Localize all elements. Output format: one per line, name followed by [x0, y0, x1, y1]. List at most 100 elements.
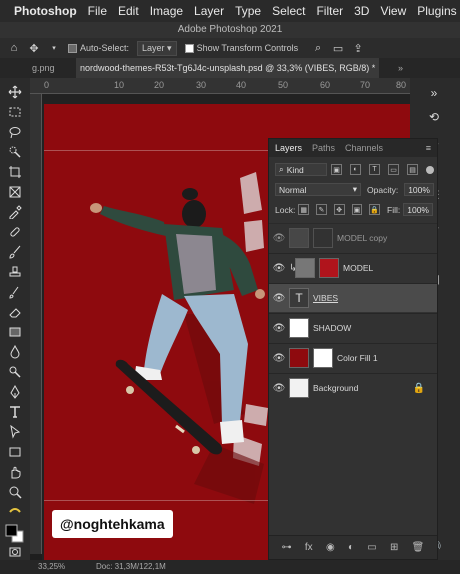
layer-row[interactable]: 👁 ↳ MODEL [269, 253, 437, 282]
menu-file[interactable]: File [88, 4, 107, 18]
filter-toggle-icon[interactable] [426, 165, 434, 174]
lock-transparent-icon[interactable]: ▦ [298, 204, 310, 215]
menu-plugins[interactable]: Plugins [417, 4, 456, 18]
tab-previous-document[interactable]: g.png [28, 58, 59, 78]
quick-mask-icon[interactable] [7, 544, 23, 560]
tab-channels[interactable]: Channels [345, 143, 383, 153]
eraser-tool-icon[interactable] [7, 304, 23, 320]
tab-active-document[interactable]: nordwood-themes-R53t-Tg6J4c-unsplash.psd… [76, 58, 380, 78]
layers-footer: ⊶ fx ◉ ◐ ▭ ⊞ 🗑 [269, 535, 437, 559]
dodge-tool-icon[interactable] [7, 364, 23, 380]
type-tool-icon[interactable] [7, 404, 23, 420]
horizontal-ruler[interactable]: 0 10 20 30 40 50 60 70 80 [30, 78, 410, 94]
layer-name[interactable]: SHADOW [313, 323, 351, 333]
add-mask-icon[interactable]: ◉ [326, 542, 335, 553]
workspace-icon[interactable]: ▭ [332, 42, 344, 55]
tab-paths[interactable]: Paths [312, 143, 335, 153]
filter-type-icon[interactable]: T [369, 164, 380, 175]
auto-select-checkbox[interactable]: Auto-Select: [68, 43, 129, 54]
adjustment-layer-icon[interactable]: ◐ [348, 542, 354, 553]
visibility-eye-icon[interactable]: 👁 [269, 323, 289, 334]
layer-row[interactable]: 👁 MODEL copy [269, 223, 437, 252]
home-icon[interactable]: ⌂ [8, 42, 20, 54]
filter-shape-icon[interactable]: ▭ [388, 164, 399, 175]
visibility-eye-icon[interactable]: 👁 [269, 293, 289, 304]
layer-row[interactable]: 👁 Color Fill 1 [269, 343, 437, 372]
marquee-tool-icon[interactable] [7, 104, 23, 120]
layer-name[interactable]: Color Fill 1 [337, 353, 378, 363]
lock-row: Lock: ▦ ✎ ✥ ▣ 🔒 Fill: 100% [269, 203, 439, 216]
hand-tool-icon[interactable] [7, 464, 23, 480]
layer-row[interactable]: 👁 SHADOW [269, 313, 437, 342]
link-layers-icon[interactable]: ⊶ [282, 542, 292, 553]
eyedropper-tool-icon[interactable] [7, 204, 23, 220]
menu-image[interactable]: Image [150, 4, 183, 18]
lock-artboard-icon[interactable]: ▣ [351, 204, 363, 215]
healing-brush-tool-icon[interactable] [7, 224, 23, 240]
visibility-eye-icon[interactable]: 👁 [269, 353, 289, 364]
layer-name[interactable]: MODEL [343, 263, 373, 273]
move-tool-icon[interactable]: ✥ [28, 42, 40, 55]
move-tool-icon[interactable] [7, 84, 23, 100]
menu-select[interactable]: Select [272, 4, 305, 18]
menu-layer[interactable]: Layer [194, 4, 224, 18]
visibility-eye-icon[interactable]: 👁 [269, 263, 289, 274]
filter-smart-object-icon[interactable]: ▤ [407, 164, 418, 175]
edit-toolbar-icon[interactable] [7, 504, 23, 520]
lock-image-icon[interactable]: ✎ [316, 204, 327, 215]
lock-position-icon[interactable]: ✥ [333, 204, 345, 215]
history-brush-tool-icon[interactable] [7, 284, 23, 300]
rectangle-tool-icon[interactable] [7, 444, 23, 460]
tabs-overflow-icon[interactable]: » [394, 58, 407, 78]
quick-select-tool-icon[interactable] [7, 144, 23, 160]
brush-tool-icon[interactable] [7, 244, 23, 260]
menu-edit[interactable]: Edit [118, 4, 139, 18]
vertical-ruler[interactable] [30, 94, 42, 554]
menu-type[interactable]: Type [235, 4, 261, 18]
zoom-tool-icon[interactable] [7, 484, 23, 500]
lasso-tool-icon[interactable] [7, 124, 23, 140]
tab-layers[interactable]: Layers [275, 143, 302, 153]
filter-adjustment-icon[interactable]: ◐ [350, 164, 361, 175]
menu-view[interactable]: View [380, 4, 406, 18]
fill-input[interactable]: 100% [403, 203, 433, 216]
search-icon[interactable]: ⌕ [312, 42, 324, 54]
visibility-eye-icon[interactable]: 👁 [269, 383, 289, 394]
kind-filter-dropdown[interactable]: ⌕ Kind [275, 163, 327, 176]
visibility-eye-icon[interactable]: 👁 [269, 233, 289, 244]
fill-label: Fill: [387, 204, 401, 215]
gradient-tool-icon[interactable] [7, 324, 23, 340]
new-layer-icon[interactable]: ⊞ [390, 542, 398, 553]
crop-tool-icon[interactable] [7, 164, 23, 180]
history-panel-icon[interactable]: ⟲ [425, 108, 443, 126]
path-selection-tool-icon[interactable] [7, 424, 23, 440]
color-swatches[interactable] [5, 524, 25, 544]
opacity-input[interactable]: 100% [404, 183, 435, 196]
zoom-level[interactable]: 33,25% [38, 562, 65, 571]
chevron-down-icon[interactable]: ▾ [48, 42, 60, 54]
frame-tool-icon[interactable] [7, 184, 23, 200]
layer-row[interactable]: 👁 T VIBES [269, 283, 437, 312]
menu-photoshop[interactable]: Photoshop [14, 4, 77, 18]
new-group-icon[interactable]: ▭ [367, 542, 376, 553]
layer-name[interactable]: VIBES [313, 293, 338, 303]
menu-filter[interactable]: Filter [316, 4, 343, 18]
auto-select-dropdown[interactable]: Layer ▾ [137, 40, 177, 56]
layer-name[interactable]: Background [313, 383, 358, 393]
transform-controls-checkbox[interactable]: Show Transform Controls [184, 43, 298, 54]
layer-row[interactable]: 👁 Background 🔒 [269, 373, 437, 402]
checkbox-checked-icon [68, 44, 77, 54]
filter-pixel-icon[interactable]: ▣ [331, 164, 342, 175]
collapse-panels-icon[interactable]: » [425, 84, 443, 102]
clone-stamp-tool-icon[interactable] [7, 264, 23, 280]
blend-mode-dropdown[interactable]: Normal ▾ [275, 183, 361, 196]
menu-3d[interactable]: 3D [354, 4, 369, 18]
blur-tool-icon[interactable] [7, 344, 23, 360]
layer-name[interactable]: MODEL copy [337, 233, 387, 243]
panel-menu-icon[interactable]: ≡ [426, 143, 431, 153]
share-icon[interactable]: ⇪ [352, 42, 364, 55]
lock-all-icon[interactable]: 🔒 [369, 204, 380, 215]
layer-style-icon[interactable]: fx [305, 542, 313, 553]
pen-tool-icon[interactable] [7, 384, 23, 400]
delete-layer-icon[interactable]: 🗑 [412, 542, 425, 553]
